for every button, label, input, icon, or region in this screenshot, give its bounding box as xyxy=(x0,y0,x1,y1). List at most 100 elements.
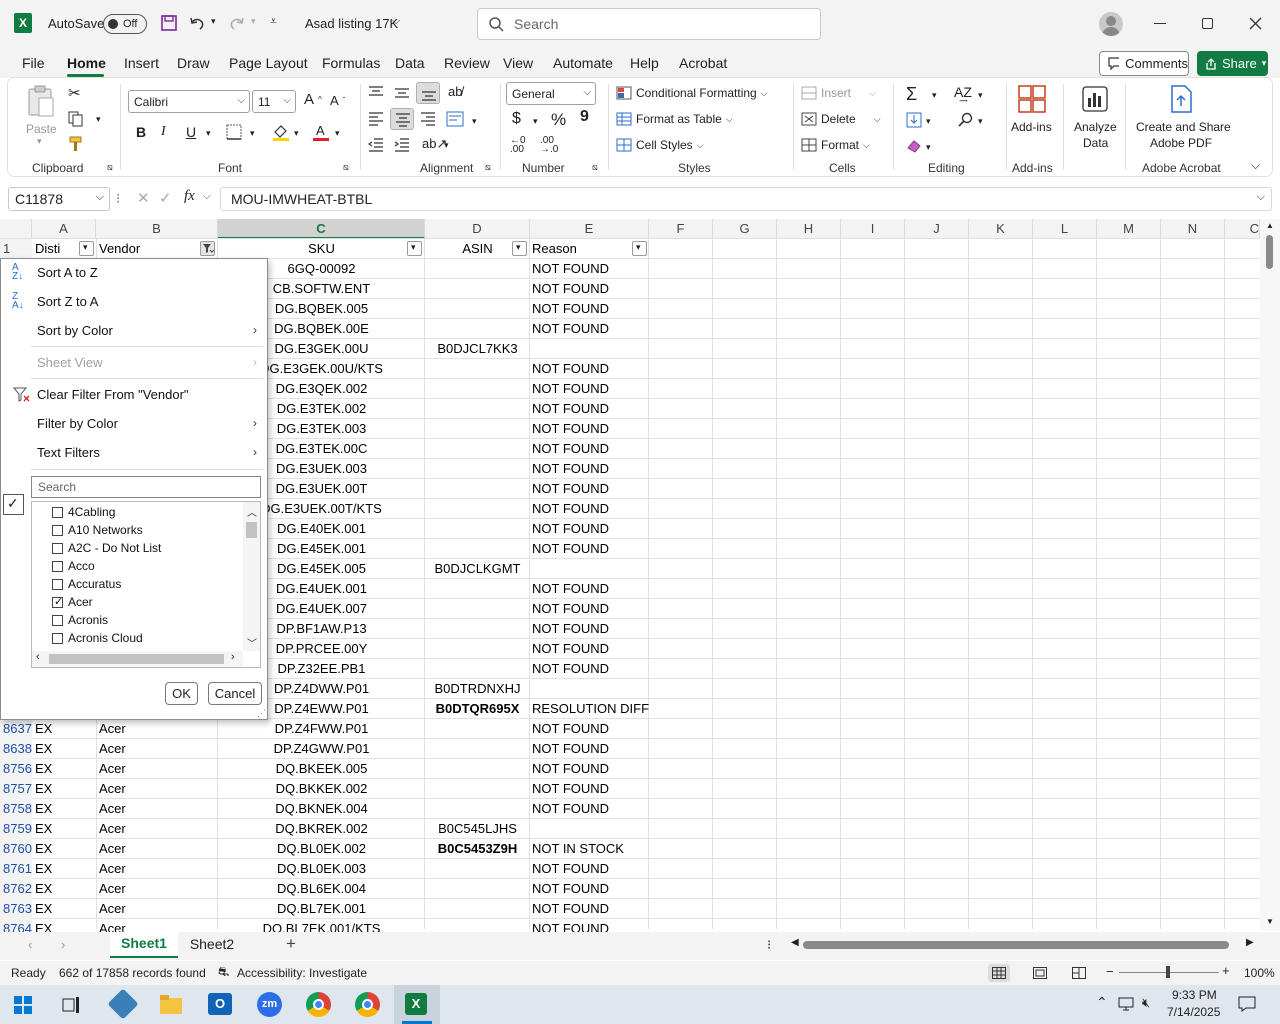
font-size-combo[interactable]: 11 ⌵ xyxy=(252,90,296,113)
col-header-f[interactable]: F xyxy=(649,219,713,239)
autosave-toggle[interactable]: Off xyxy=(103,14,147,34)
cell-asin[interactable] xyxy=(425,799,530,819)
cell-reason[interactable] xyxy=(532,559,650,579)
col-header-h[interactable]: H xyxy=(777,219,841,239)
col-header-o[interactable]: C xyxy=(1225,219,1260,239)
cell-asin[interactable] xyxy=(425,859,530,879)
increase-decimal-icon[interactable]: ←0.00 xyxy=(510,136,526,155)
cell-disti[interactable]: EX xyxy=(35,899,93,919)
filter-values-list[interactable]: 4Cabling A10 Networks A2C - Do Not List Acc… xyxy=(31,501,261,668)
cell-sku[interactable]: DP.Z4GWW.P01 xyxy=(218,739,425,759)
cell-disti[interactable]: EX xyxy=(35,839,93,859)
col-header-c[interactable]: C xyxy=(218,219,425,239)
sort-filter-dropdown-icon[interactable]: ▾ xyxy=(978,90,983,101)
row-header[interactable]: 8758 xyxy=(0,799,32,819)
collapse-ribbon-icon[interactable]: ⌵ xyxy=(1251,158,1260,173)
cell-asin[interactable] xyxy=(425,739,530,759)
row-header[interactable]: 8638 xyxy=(0,739,32,759)
tab-file[interactable]: File xyxy=(22,55,45,71)
next-sheet-icon[interactable]: › xyxy=(61,937,65,952)
zoom-slider-thumb[interactable] xyxy=(1166,966,1170,978)
cell-asin[interactable] xyxy=(425,359,530,379)
header-vendor[interactable]: Vendor xyxy=(99,239,140,259)
account-avatar[interactable] xyxy=(1099,12,1123,36)
app-icon-generic[interactable] xyxy=(107,988,139,1020)
cell-asin[interactable]: B0C545LJHS xyxy=(425,819,530,839)
sort-a-to-z-item[interactable]: Sort A to Z xyxy=(37,265,98,280)
checked-checkbox[interactable]: ✓ xyxy=(52,596,63,608)
wrap-text-icon[interactable] xyxy=(446,111,464,127)
cell-asin[interactable] xyxy=(425,399,530,419)
col-header-d[interactable]: D xyxy=(425,219,530,239)
unchecked-checkbox[interactable] xyxy=(52,506,63,518)
cell-vendor[interactable]: Acer xyxy=(99,779,214,799)
align-left-icon[interactable] xyxy=(368,112,384,126)
align-center-button[interactable] xyxy=(390,108,414,130)
alignment-launcher-icon[interactable]: ⧅ xyxy=(485,162,491,173)
resize-grip-icon[interactable]: ⋰ xyxy=(257,708,266,719)
list-vertical-scrollbar[interactable]: ︿ ﹀ xyxy=(243,502,260,651)
header-sku[interactable]: SKU xyxy=(218,239,425,259)
formula-more-icon[interactable]: ⁝ xyxy=(116,190,120,207)
cell-asin[interactable] xyxy=(425,519,530,539)
tab-automate[interactable]: Automate xyxy=(553,55,613,71)
row-header[interactable]: 8761 xyxy=(0,859,32,879)
chrome-profile-icon[interactable] xyxy=(355,992,380,1017)
accessibility-status[interactable]: Accessibility: Investigate xyxy=(237,966,367,980)
autosum-dropdown-icon[interactable]: ▾ xyxy=(932,90,937,101)
filter-by-color-item[interactable]: Filter by Color xyxy=(37,416,118,431)
cell-reason[interactable]: NOT FOUND xyxy=(532,319,650,339)
cell-reason[interactable]: NOT IN STOCK xyxy=(532,839,650,859)
page-layout-view-icon[interactable] xyxy=(1033,967,1047,979)
cell-reason[interactable]: NOT FOUND xyxy=(532,399,650,419)
cell-asin[interactable] xyxy=(425,439,530,459)
name-box[interactable]: C11878 ⌵ xyxy=(8,187,110,211)
scroll-right-icon[interactable]: ▶ xyxy=(1246,937,1254,948)
cell-vendor[interactable]: Acer xyxy=(99,719,214,739)
fx-dropdown-icon[interactable]: ⌵ xyxy=(203,191,211,202)
cell-asin[interactable] xyxy=(425,619,530,639)
clear-dropdown-icon[interactable]: ▾ xyxy=(926,142,931,153)
cell-disti[interactable]: EX xyxy=(35,859,93,879)
comma-style-button[interactable]: 9 xyxy=(580,108,589,126)
comments-button[interactable]: Comments xyxy=(1099,51,1189,76)
create-pdf-icon[interactable] xyxy=(1166,84,1196,114)
filter-list-item[interactable]: ✓ Acer xyxy=(52,595,93,609)
tab-data[interactable]: Data xyxy=(395,55,425,71)
title-chevron-down-icon[interactable]: ⌵ xyxy=(392,15,400,28)
fill-down-icon[interactable] xyxy=(906,112,922,128)
cell-vendor[interactable]: Acer xyxy=(99,799,214,819)
col-header-g[interactable]: G xyxy=(713,219,777,239)
cell-disti[interactable]: EX xyxy=(35,819,93,839)
find-dropdown-icon[interactable]: ▾ xyxy=(978,116,983,127)
volume-muted-icon[interactable]: 🔇︎ xyxy=(1142,995,1150,1011)
clock-time[interactable]: 9:33 PM xyxy=(1172,988,1217,1002)
cell-asin[interactable] xyxy=(425,259,530,279)
clear-icon[interactable] xyxy=(906,138,922,154)
number-launcher-icon[interactable]: ⧅ xyxy=(592,162,598,173)
tab-home[interactable]: Home xyxy=(67,55,106,71)
cell-asin[interactable]: B0DTQR695X xyxy=(425,699,530,719)
sort-filter-icon[interactable]: A͢Z xyxy=(954,84,972,100)
create-pdf-line2[interactable]: Adobe PDF xyxy=(1150,136,1212,150)
list-horizontal-scrollbar[interactable]: ‹ › xyxy=(32,651,243,667)
save-icon[interactable] xyxy=(160,14,178,32)
cell-reason[interactable]: NOT FOUND xyxy=(532,419,650,439)
header-disti[interactable]: Disti xyxy=(35,239,60,259)
text-filters-item[interactable]: Text Filters xyxy=(37,445,100,460)
cell-reason[interactable]: NOT FOUND xyxy=(532,439,650,459)
zoom-in-icon[interactable]: + xyxy=(1222,963,1230,978)
cell-asin[interactable]: B0C5453Z9H xyxy=(425,839,530,859)
cell-asin[interactable] xyxy=(425,539,530,559)
cell-reason[interactable] xyxy=(532,339,650,359)
cell-reason[interactable]: NOT FOUND xyxy=(532,359,650,379)
prev-sheet-icon[interactable]: ‹ xyxy=(28,937,32,952)
zoom-app-icon[interactable]: zm xyxy=(257,992,282,1017)
restore-icon[interactable] xyxy=(1202,18,1213,29)
italic-button[interactable]: I xyxy=(161,124,166,140)
decrease-indent-icon[interactable] xyxy=(368,138,384,152)
row-header[interactable]: 8759 xyxy=(0,819,32,839)
decrease-decimal-icon[interactable]: .00 →.0 xyxy=(540,136,558,155)
cell-reason[interactable]: NOT FOUND xyxy=(532,639,650,659)
header-reason[interactable]: Reason xyxy=(532,239,577,259)
